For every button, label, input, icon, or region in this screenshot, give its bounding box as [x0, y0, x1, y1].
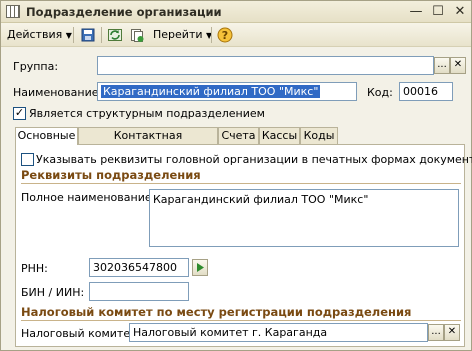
- goto-label: Перейти: [153, 28, 203, 41]
- help-icon[interactable]: ?: [217, 27, 233, 43]
- clear-icon[interactable]: ✕: [444, 324, 460, 341]
- name-label: Наименование:: [13, 86, 103, 99]
- window: Подразделение организации — ☐ ✕ Действия…: [0, 0, 472, 351]
- rnn-input[interactable]: 302036547800: [89, 258, 189, 277]
- ellipsis-icon[interactable]: ...: [434, 57, 450, 74]
- toolbar-divider: [211, 27, 212, 43]
- title-bar: Подразделение организации — ☐ ✕: [1, 1, 471, 23]
- section-divider: [21, 320, 461, 321]
- full-name-label: Полное наименование:: [21, 191, 156, 204]
- tax-input[interactable]: Налоговый комитет г. Караганда: [129, 323, 428, 342]
- grid-icon: [6, 5, 20, 18]
- tab-cash[interactable]: Кассы: [259, 127, 300, 144]
- section-title-tax: Налоговый комитет по месту регистрации п…: [21, 305, 412, 319]
- section-title-requisites: Реквизиты подразделения: [21, 168, 201, 182]
- svg-text:?: ?: [222, 29, 228, 42]
- actions-label: Действия: [7, 28, 63, 41]
- toolbar-divider: [101, 27, 102, 43]
- play-icon[interactable]: [192, 259, 208, 276]
- head-org-label: Указывать реквизиты головной организации…: [36, 153, 472, 166]
- tax-label: Налоговый комитет:: [21, 327, 141, 340]
- clear-icon[interactable]: ✕: [450, 57, 466, 74]
- copy-icon[interactable]: [129, 27, 145, 43]
- ellipsis-icon[interactable]: ...: [428, 324, 444, 341]
- code-input[interactable]: 00016: [399, 82, 453, 101]
- head-org-checkbox[interactable]: [21, 153, 34, 166]
- tab-accounts[interactable]: Счета: [218, 127, 259, 144]
- tab-main[interactable]: Основные: [15, 127, 78, 145]
- group-input[interactable]: [97, 56, 434, 75]
- bin-label: БИН / ИИН:: [21, 286, 85, 299]
- maximize-icon[interactable]: ☐: [429, 3, 447, 21]
- chevron-down-icon: ▼: [65, 31, 72, 40]
- code-label: Код:: [367, 86, 393, 99]
- close-icon[interactable]: ✕: [451, 3, 469, 21]
- tab-panel-main: Указывать реквизиты головной организации…: [15, 144, 472, 347]
- name-input[interactable]: Карагандинский филиал ТОО "Микс": [97, 82, 357, 101]
- bin-input[interactable]: [89, 282, 189, 301]
- toolbar: Действия ▼ Перейти ▼ ?: [1, 23, 471, 47]
- group-label: Группа:: [13, 60, 59, 73]
- section-divider: [21, 183, 461, 184]
- full-name-textarea[interactable]: Карагандинский филиал ТОО "Микс": [149, 189, 459, 247]
- window-title: Подразделение организации: [26, 5, 222, 19]
- goto-menu[interactable]: Перейти ▼: [153, 26, 212, 44]
- refresh-icon[interactable]: [107, 27, 123, 43]
- name-value: Карагандинский филиал ТОО "Микс": [101, 85, 321, 98]
- toolbar-divider: [73, 27, 74, 43]
- rnn-label: РНН:: [21, 262, 48, 275]
- actions-menu[interactable]: Действия ▼: [7, 26, 72, 44]
- tab-contact-info[interactable]: Контактная информация: [78, 127, 218, 158]
- tab-codes[interactable]: Коды: [300, 127, 338, 144]
- structural-checkbox[interactable]: ✓: [13, 107, 26, 120]
- minimize-icon[interactable]: —: [407, 3, 425, 21]
- structural-label: Является структурным подразделением: [29, 107, 265, 120]
- save-icon[interactable]: [80, 27, 96, 43]
